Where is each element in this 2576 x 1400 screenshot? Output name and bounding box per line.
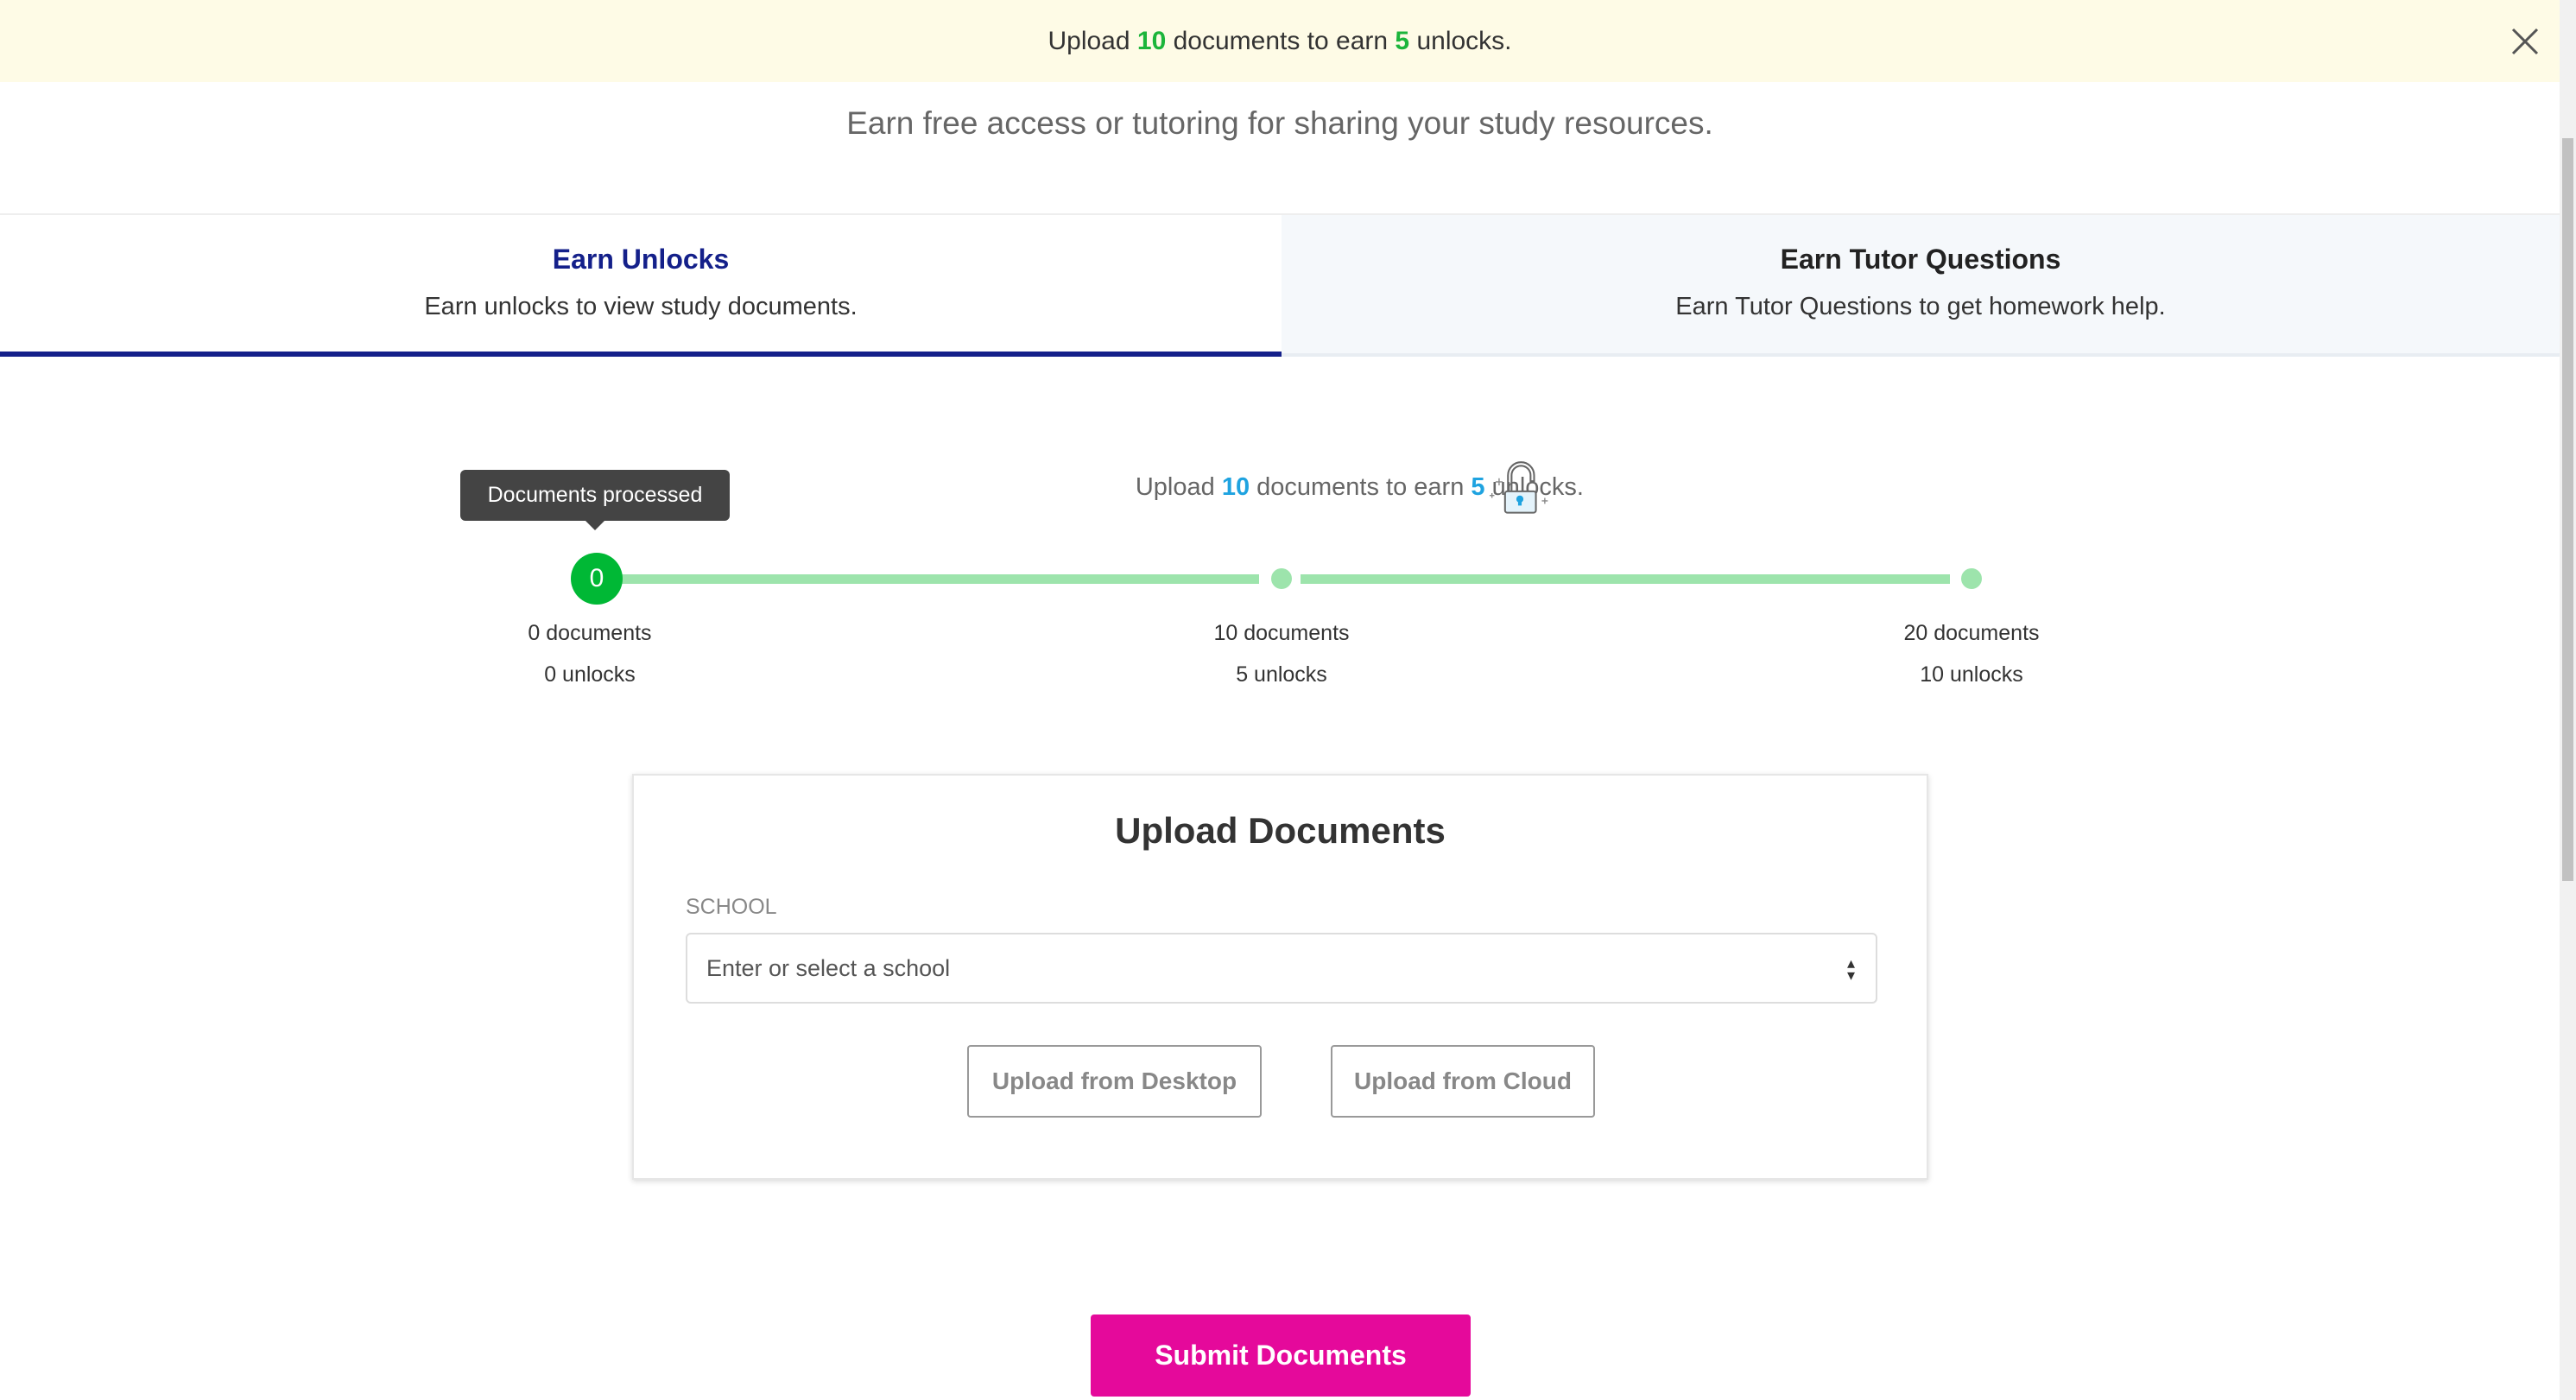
school-label: SCHOOL bbox=[686, 895, 777, 919]
tab-title: Earn Unlocks bbox=[552, 244, 730, 275]
tab-description: Earn Tutor Questions to get homework hel… bbox=[1675, 293, 2166, 320]
school-placeholder: Enter or select a school bbox=[706, 954, 951, 981]
page-subtitle: Earn free access or tutoring for sharing… bbox=[846, 105, 1713, 141]
sort-arrows-icon: ▴ ▾ bbox=[1846, 954, 1855, 984]
tab-earn-tutor-questions[interactable]: Earn Tutor Questions Earn Tutor Question… bbox=[1282, 213, 2560, 357]
close-icon[interactable] bbox=[2504, 21, 2546, 62]
milestone-dot bbox=[1961, 568, 1982, 589]
scrollbar-thumb[interactable] bbox=[2562, 138, 2573, 881]
milestone-unlocks: 0 unlocks bbox=[544, 662, 636, 687]
progress-track-segment bbox=[1301, 574, 1950, 584]
upload-documents-card: Upload Documents SCHOOL Enter or select … bbox=[632, 774, 1928, 1180]
progress-track-segment bbox=[622, 574, 1259, 584]
milestone-docs: 10 documents bbox=[1213, 621, 1350, 645]
current-progress-marker: 0 bbox=[571, 553, 623, 605]
milestone-dot bbox=[1271, 568, 1292, 589]
tab-description: Earn unlocks to view study documents. bbox=[424, 293, 858, 320]
promo-banner: Upload 10 documents to earn 5 unlocks. bbox=[0, 0, 2560, 82]
tab-earn-unlocks[interactable]: Earn Unlocks Earn unlocks to view study … bbox=[0, 213, 1282, 357]
milestone-docs: 20 documents bbox=[1903, 621, 2040, 645]
tab-title: Earn Tutor Questions bbox=[1780, 244, 2061, 275]
upload-from-desktop-button[interactable]: Upload from Desktop bbox=[967, 1045, 1262, 1118]
milestone-docs: 0 documents bbox=[528, 621, 652, 645]
banner-text: Upload 10 documents to earn 5 unlocks. bbox=[1047, 26, 1512, 55]
school-select[interactable]: Enter or select a school ▴ ▾ bbox=[686, 933, 1877, 1004]
card-title: Upload Documents bbox=[1115, 810, 1446, 851]
documents-processed-tooltip: Documents processed bbox=[460, 470, 730, 530]
unlocked-padlock-icon bbox=[1472, 453, 1567, 531]
milestone-unlocks: 5 unlocks bbox=[1236, 662, 1327, 687]
upload-from-cloud-button[interactable]: Upload from Cloud bbox=[1331, 1045, 1595, 1118]
submit-documents-button[interactable]: Submit Documents bbox=[1091, 1314, 1471, 1397]
milestone-unlocks: 10 unlocks bbox=[1920, 662, 2023, 687]
